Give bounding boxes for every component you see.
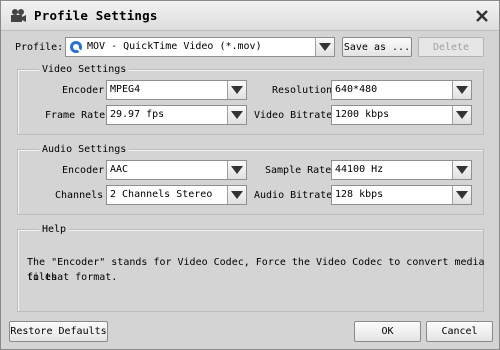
chevron-down-icon[interactable]: [227, 106, 246, 124]
film-camera-icon: [9, 7, 27, 25]
save-as-button[interactable]: Save as ...: [342, 37, 412, 57]
audio-settings-group: [17, 149, 484, 215]
audio-settings-title: Audio Settings: [39, 144, 130, 155]
chevron-down-icon[interactable]: [227, 161, 246, 179]
audio-encoder-value: AAC: [110, 164, 129, 175]
resolution-value: 640*480: [335, 84, 378, 95]
resolution-select[interactable]: 640*480: [331, 80, 472, 100]
frame-rate-label: Frame Rate: [45, 110, 106, 121]
profile-select-value: MOV - QuickTime Video (*.mov): [87, 41, 262, 52]
cancel-button[interactable]: Cancel: [426, 321, 493, 342]
ok-button[interactable]: OK: [354, 321, 421, 342]
audio-bitrate-label: Audio Bitrate: [254, 190, 333, 201]
chevron-down-icon[interactable]: [452, 161, 471, 179]
sample-rate-label: Sample Rate: [265, 165, 332, 176]
video-bitrate-label: Video Bitrate: [254, 110, 333, 121]
window-title: Profile Settings: [34, 8, 158, 23]
chevron-down-icon[interactable]: [452, 186, 471, 204]
video-settings-title: Video Settings: [39, 64, 130, 75]
profile-settings-dialog: Profile Settings Profile: MOV - QuickTim…: [0, 0, 500, 350]
title-bar[interactable]: Profile Settings: [1, 1, 499, 31]
profile-label: Profile:: [15, 42, 64, 53]
audio-bitrate-value: 128 kbps: [335, 189, 384, 200]
chevron-down-icon[interactable]: [452, 81, 471, 99]
restore-defaults-button[interactable]: Restore Defaults: [9, 321, 108, 342]
video-bitrate-select[interactable]: 1200 kbps: [331, 105, 472, 125]
frame-rate-value: 29.97 fps: [110, 109, 165, 120]
video-encoder-label: Encoder: [62, 85, 105, 96]
close-icon[interactable]: [473, 7, 491, 25]
channels-value: 2 Channels Stereo: [110, 189, 213, 200]
chevron-down-icon[interactable]: [227, 186, 246, 204]
sample-rate-select[interactable]: 44100 Hz: [331, 160, 472, 180]
audio-encoder-label: Encoder: [62, 165, 105, 176]
resolution-label: Resolution: [272, 85, 333, 96]
profile-select[interactable]: MOV - QuickTime Video (*.mov): [65, 37, 335, 57]
help-text-line-2: to that format.: [27, 272, 118, 283]
chevron-down-icon[interactable]: [452, 106, 471, 124]
chevron-down-icon[interactable]: [227, 81, 246, 99]
video-settings-group: [17, 69, 484, 135]
video-encoder-select[interactable]: MPEG4: [106, 80, 247, 100]
video-encoder-value: MPEG4: [110, 84, 141, 95]
delete-button[interactable]: Delete: [418, 37, 484, 57]
video-bitrate-value: 1200 kbps: [335, 109, 390, 120]
audio-encoder-select[interactable]: AAC: [106, 160, 247, 180]
frame-rate-select[interactable]: 29.97 fps: [106, 105, 247, 125]
help-title: Help: [39, 224, 70, 235]
sample-rate-value: 44100 Hz: [335, 164, 384, 175]
quicktime-icon: [69, 40, 83, 57]
channels-select[interactable]: 2 Channels Stereo: [106, 185, 247, 205]
chevron-down-icon[interactable]: [315, 38, 334, 56]
channels-label: Channels: [55, 190, 104, 201]
audio-bitrate-select[interactable]: 128 kbps: [331, 185, 472, 205]
